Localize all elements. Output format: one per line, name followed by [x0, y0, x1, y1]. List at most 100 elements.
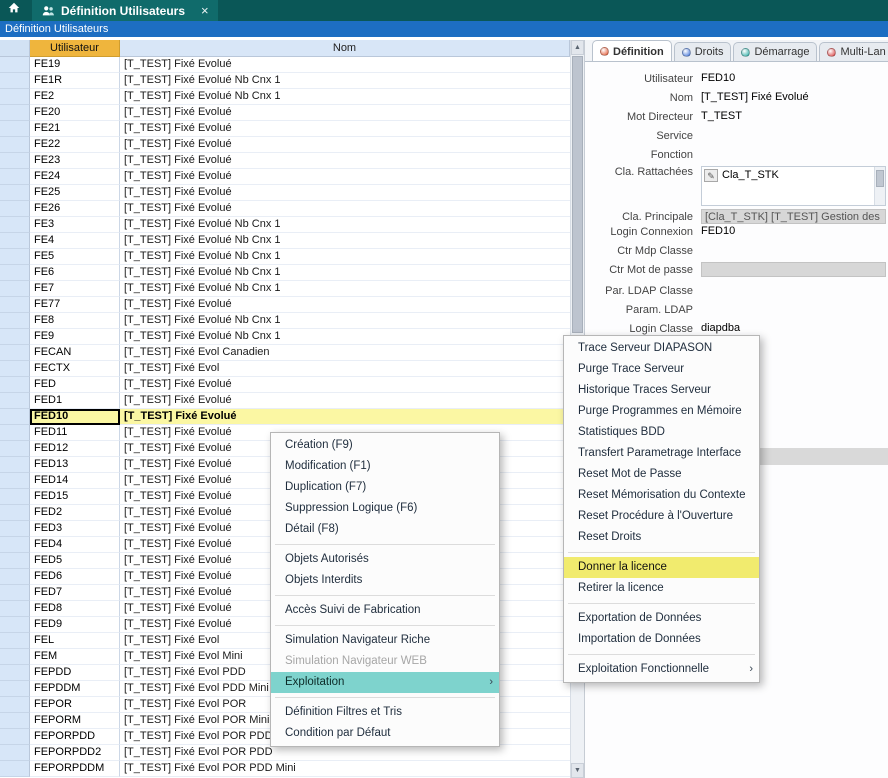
name-cell[interactable]: [T_TEST] Fixé Evolué Nb Cnx 1: [120, 249, 570, 265]
row-selector[interactable]: [0, 153, 30, 169]
user-cell[interactable]: FEPORPDDM: [30, 761, 120, 777]
row-selector[interactable]: [0, 297, 30, 313]
name-cell[interactable]: [T_TEST] Fixé Evolué Nb Cnx 1: [120, 73, 570, 89]
name-cell[interactable]: [T_TEST] Fixé Evolué Nb Cnx 1: [120, 313, 570, 329]
row-selector[interactable]: [0, 681, 30, 697]
name-cell[interactable]: [T_TEST] Fixé Evolué Nb Cnx 1: [120, 217, 570, 233]
field-value-mot-directeur[interactable]: T_TEST: [701, 110, 888, 124]
row-selector[interactable]: [0, 441, 30, 457]
menu-item-reset-proc-dure-l-ouverture[interactable]: Reset Procédure à l'Ouverture: [564, 506, 759, 527]
menu-item-donner-la-licence[interactable]: Donner la licence: [564, 557, 759, 578]
table-row-fe4[interactable]: FE4[T_TEST] Fixé Evolué Nb Cnx 1: [0, 233, 570, 249]
user-cell[interactable]: FE6: [30, 265, 120, 281]
user-cell[interactable]: FED10: [30, 409, 120, 425]
row-selector[interactable]: [0, 713, 30, 729]
table-row-fe8[interactable]: FE8[T_TEST] Fixé Evolué Nb Cnx 1: [0, 313, 570, 329]
user-cell[interactable]: FE3: [30, 217, 120, 233]
table-row-fe5[interactable]: FE5[T_TEST] Fixé Evolué Nb Cnx 1: [0, 249, 570, 265]
row-selector[interactable]: [0, 313, 30, 329]
user-cell[interactable]: FE23: [30, 153, 120, 169]
menu-item-reset-m-morisation-du-contexte[interactable]: Reset Mémorisation du Contexte: [564, 485, 759, 506]
user-cell[interactable]: FED15: [30, 489, 120, 505]
menu-item-importation-de-donn-es[interactable]: Importation de Données: [564, 629, 759, 650]
table-row-fed10[interactable]: FED10[T_TEST] Fixé Evolué: [0, 409, 570, 425]
row-selector[interactable]: [0, 377, 30, 393]
row-selector[interactable]: [0, 121, 30, 137]
user-cell[interactable]: FED1: [30, 393, 120, 409]
name-cell[interactable]: [T_TEST] Fixé Evolué: [120, 57, 570, 73]
user-cell[interactable]: FE19: [30, 57, 120, 73]
name-cell[interactable]: [T_TEST] Fixé Evolué: [120, 137, 570, 153]
name-cell[interactable]: [T_TEST] Fixé Evolué: [120, 105, 570, 121]
user-cell[interactable]: FEPDD: [30, 665, 120, 681]
menu-item-retirer-la-licence[interactable]: Retirer la licence: [564, 578, 759, 599]
user-cell[interactable]: FEPORPDD2: [30, 745, 120, 761]
menu-item-reset-droits[interactable]: Reset Droits: [564, 527, 759, 548]
row-selector[interactable]: [0, 169, 30, 185]
table-row-fe19[interactable]: FE19[T_TEST] Fixé Evolué: [0, 57, 570, 73]
tab-close-icon[interactable]: ×: [201, 3, 209, 18]
row-selector[interactable]: [0, 457, 30, 473]
table-row-fe21[interactable]: FE21[T_TEST] Fixé Evolué: [0, 121, 570, 137]
name-cell[interactable]: [T_TEST] Fixé Evol: [120, 361, 570, 377]
row-selector[interactable]: [0, 249, 30, 265]
panel-tab-multi-lan[interactable]: Multi-Lan: [819, 42, 888, 61]
user-cell[interactable]: FE21: [30, 121, 120, 137]
listbox-scrollbar[interactable]: [874, 167, 885, 205]
name-cell[interactable]: [T_TEST] Fixé Evolué: [120, 201, 570, 217]
menu-item-d-tail-f8[interactable]: Détail (F8): [271, 519, 499, 540]
row-selector[interactable]: [0, 649, 30, 665]
row-selector[interactable]: [0, 73, 30, 89]
row-selector[interactable]: [0, 329, 30, 345]
row-selector[interactable]: [0, 601, 30, 617]
user-cell[interactable]: FED13: [30, 457, 120, 473]
menu-item-objets-autoris-s[interactable]: Objets Autorisés: [271, 549, 499, 570]
user-cell[interactable]: FEPOR: [30, 697, 120, 713]
user-cell[interactable]: FED3: [30, 521, 120, 537]
corner-header[interactable]: [0, 40, 30, 57]
name-cell[interactable]: [T_TEST] Fixé Evolué Nb Cnx 1: [120, 233, 570, 249]
table-row-fe6[interactable]: FE6[T_TEST] Fixé Evolué Nb Cnx 1: [0, 265, 570, 281]
user-cell[interactable]: FE20: [30, 105, 120, 121]
row-selector[interactable]: [0, 409, 30, 425]
name-cell[interactable]: [T_TEST] Fixé Evol POR PDD Mini: [120, 761, 570, 777]
row-selector[interactable]: [0, 137, 30, 153]
field-value-login-classe[interactable]: diapdba: [701, 322, 888, 336]
user-cell[interactable]: FE24: [30, 169, 120, 185]
listbox-scrollbar-thumb[interactable]: [876, 170, 884, 187]
menu-item-statistiques-bdd[interactable]: Statistiques BDD: [564, 422, 759, 443]
menu-item-objets-interdits[interactable]: Objets Interdits: [271, 570, 499, 591]
user-cell[interactable]: FEPORM: [30, 713, 120, 729]
user-cell[interactable]: FE25: [30, 185, 120, 201]
table-row-fectx[interactable]: FECTX[T_TEST] Fixé Evol: [0, 361, 570, 377]
row-selector[interactable]: [0, 105, 30, 121]
user-cell[interactable]: FEM: [30, 649, 120, 665]
name-cell[interactable]: [T_TEST] Fixé Evolué Nb Cnx 1: [120, 265, 570, 281]
name-cell[interactable]: [T_TEST] Fixé Evolué: [120, 393, 570, 409]
row-selector[interactable]: [0, 265, 30, 281]
name-cell[interactable]: [T_TEST] Fixé Evolué: [120, 377, 570, 393]
menu-item-simulation-navigateur-riche[interactable]: Simulation Navigateur Riche: [271, 630, 499, 651]
menu-item-acc-s-suivi-de-fabrication[interactable]: Accès Suivi de Fabrication: [271, 600, 499, 621]
menu-item-purge-trace-serveur[interactable]: Purge Trace Serveur: [564, 359, 759, 380]
row-selector[interactable]: [0, 617, 30, 633]
user-cell[interactable]: FED7: [30, 585, 120, 601]
panel-tab-droits[interactable]: Droits: [674, 42, 732, 61]
table-row-fe1r[interactable]: FE1R[T_TEST] Fixé Evolué Nb Cnx 1: [0, 73, 570, 89]
user-cell[interactable]: FED12: [30, 441, 120, 457]
user-cell[interactable]: FE9: [30, 329, 120, 345]
row-selector[interactable]: [0, 729, 30, 745]
menu-item-condition-par-d-faut[interactable]: Condition par Défaut: [271, 723, 499, 744]
name-column-header[interactable]: Nom: [120, 40, 570, 57]
user-cell[interactable]: FE7: [30, 281, 120, 297]
user-cell[interactable]: FE4: [30, 233, 120, 249]
menu-item-exportation-de-donn-es[interactable]: Exportation de Données: [564, 608, 759, 629]
menu-item-transfert-parametrage-interface[interactable]: Transfert Parametrage Interface: [564, 443, 759, 464]
name-cell[interactable]: [T_TEST] Fixé Evolué: [120, 297, 570, 313]
name-cell[interactable]: [T_TEST] Fixé Evolué Nb Cnx 1: [120, 89, 570, 105]
row-selector[interactable]: [0, 425, 30, 441]
row-selector[interactable]: [0, 745, 30, 761]
row-selector[interactable]: [0, 473, 30, 489]
table-row-fe9[interactable]: FE9[T_TEST] Fixé Evolué Nb Cnx 1: [0, 329, 570, 345]
field-value-login-connexion[interactable]: FED10: [701, 225, 888, 239]
